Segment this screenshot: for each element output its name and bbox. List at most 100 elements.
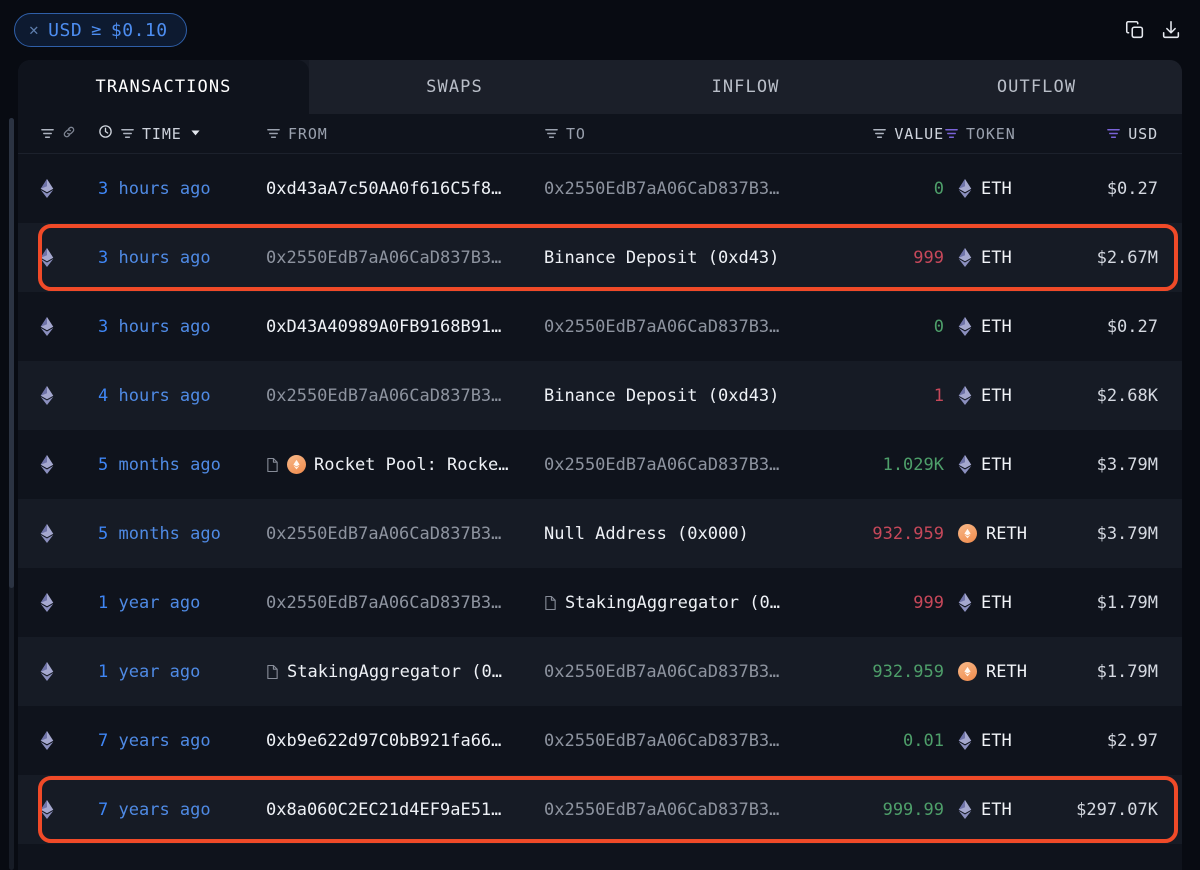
time-number: 4	[98, 385, 109, 406]
cell-time: 4 hours ago	[98, 386, 266, 406]
usd-amount: $297.07K	[1076, 799, 1158, 820]
cell-chain	[40, 662, 98, 681]
table-row[interactable]: 3 hours ago 0x2550EdB7aA06CaD837B3… Binanc…	[18, 223, 1182, 292]
cell-chain	[40, 593, 98, 612]
time-number: 7	[98, 799, 109, 820]
download-icon[interactable]	[1160, 19, 1182, 41]
table-row[interactable]: 1 year ago StakingAggregator (0… 0x2550EdB…	[18, 637, 1182, 706]
vertical-scrollbar[interactable]	[9, 118, 14, 870]
from-label: 0xb9e622d97C0bB921fa66…	[266, 730, 502, 751]
chevron-down-icon[interactable]	[189, 125, 202, 143]
cell-to[interactable]: 0x2550EdB7aA06CaD837B3…	[544, 317, 822, 337]
value-amount: 0.01	[903, 730, 944, 751]
table-row[interactable]: 4 hours ago 0x2550EdB7aA06CaD837B3… Binanc…	[18, 361, 1182, 430]
cell-token[interactable]: ETH	[944, 386, 1050, 406]
to-label: Binance Deposit (0xd43)	[544, 385, 780, 406]
cell-to[interactable]: Null Address (0x000)	[544, 524, 822, 544]
chain-link-icon[interactable]	[62, 125, 76, 143]
to-label: Binance Deposit (0xd43)	[544, 247, 780, 268]
cell-usd: $2.97	[1050, 731, 1158, 751]
to-label: StakingAggregator (0…	[565, 592, 780, 613]
column-header-to[interactable]: TO	[544, 125, 822, 143]
cell-to[interactable]: Binance Deposit (0xd43)	[544, 386, 822, 406]
time-number: 5	[98, 523, 109, 544]
cell-to[interactable]: 0x2550EdB7aA06CaD837B3…	[544, 731, 822, 751]
column-header-value-label: VALUE	[894, 124, 944, 143]
filter-icon[interactable]	[544, 126, 559, 141]
filter-chip-usd[interactable]: ✕ USD ≥ $0.10	[14, 13, 187, 47]
column-header-usd[interactable]: USD	[1050, 125, 1158, 143]
column-header-token[interactable]: TOKEN	[944, 125, 1050, 143]
value-amount: 1.029K	[882, 454, 944, 475]
cell-to[interactable]: 0x2550EdB7aA06CaD837B3…	[544, 800, 822, 820]
cell-token[interactable]: ETH	[944, 593, 1050, 613]
filter-icon[interactable]	[944, 126, 959, 141]
table-row[interactable]: 7 years ago 0x8a060C2EC21d4EF9aE51… 0x2550…	[18, 775, 1182, 844]
ethereum-icon	[958, 593, 972, 612]
table-row[interactable]: 5 months ago Rocket Pool: Rocke… 0x2550EdB…	[18, 430, 1182, 499]
cell-from[interactable]: 0x2550EdB7aA06CaD837B3…	[266, 524, 544, 544]
table-row[interactable]: 5 months ago 0x2550EdB7aA06CaD837B3… Null …	[18, 499, 1182, 568]
close-icon[interactable]: ✕	[29, 22, 39, 38]
tab-transactions[interactable]: TRANSACTIONS	[18, 60, 309, 114]
tab-inflow[interactable]: INFLOW	[600, 60, 891, 114]
table-row[interactable]: 7 years ago 0xb9e622d97C0bB921fa66… 0x2550…	[18, 706, 1182, 775]
column-header-time[interactable]: TIME	[98, 124, 266, 143]
cell-from[interactable]: Rocket Pool: Rocke…	[266, 455, 544, 475]
filter-icon[interactable]	[266, 126, 281, 141]
cell-to[interactable]: StakingAggregator (0…	[544, 593, 822, 613]
filter-icon[interactable]	[1106, 126, 1121, 141]
cell-token[interactable]: ETH	[944, 179, 1050, 199]
from-label: 0x2550EdB7aA06CaD837B3…	[266, 523, 502, 544]
contract-doc-icon	[266, 664, 279, 680]
cell-from[interactable]: 0x2550EdB7aA06CaD837B3…	[266, 248, 544, 268]
value-amount: 1	[933, 385, 944, 406]
cell-usd: $2.68K	[1050, 386, 1158, 406]
table-row[interactable]: 1 year ago 0x2550EdB7aA06CaD837B3… Staking…	[18, 568, 1182, 637]
ethereum-icon	[40, 317, 54, 336]
cell-token[interactable]: ETH	[944, 317, 1050, 337]
cell-from[interactable]: 0xd43aA7c50AA0f616C5f8…	[266, 179, 544, 199]
cell-token[interactable]: ETH	[944, 455, 1050, 475]
cell-from[interactable]: 0xb9e622d97C0bB921fa66…	[266, 731, 544, 751]
cell-token[interactable]: ETH	[944, 800, 1050, 820]
cell-to[interactable]: Binance Deposit (0xd43)	[544, 248, 822, 268]
tab-outflow[interactable]: OUTFLOW	[891, 60, 1182, 114]
cell-from[interactable]: 0x2550EdB7aA06CaD837B3…	[266, 386, 544, 406]
ethereum-icon	[958, 386, 972, 405]
cell-usd: $0.27	[1050, 179, 1158, 199]
cell-from[interactable]: 0x2550EdB7aA06CaD837B3…	[266, 593, 544, 613]
table-row[interactable]: 3 hours ago 0xd43aA7c50AA0f616C5f8… 0x2550…	[18, 154, 1182, 223]
filter-icon[interactable]	[120, 126, 135, 141]
column-header-time-label: TIME	[142, 124, 182, 143]
cell-from[interactable]: StakingAggregator (0…	[266, 662, 544, 682]
cell-chain	[40, 386, 98, 405]
filter-chip-field: USD	[48, 19, 83, 41]
scrollbar-thumb[interactable]	[9, 118, 14, 588]
cell-from[interactable]: 0x8a060C2EC21d4EF9aE51…	[266, 800, 544, 820]
column-header-value[interactable]: VALUE	[822, 125, 944, 143]
ethereum-icon	[40, 179, 54, 198]
filter-icon[interactable]	[40, 126, 55, 141]
ethereum-icon	[40, 455, 54, 474]
to-label: 0x2550EdB7aA06CaD837B3…	[544, 730, 780, 751]
cell-to[interactable]: 0x2550EdB7aA06CaD837B3…	[544, 179, 822, 199]
cell-token[interactable]: RETH	[944, 524, 1050, 544]
cell-to[interactable]: 0x2550EdB7aA06CaD837B3…	[544, 455, 822, 475]
cell-usd: $1.79M	[1050, 662, 1158, 682]
token-symbol: ETH	[981, 178, 1012, 199]
filter-chip-value: $0.10	[110, 19, 168, 41]
cell-from[interactable]: 0xD43A40989A0FB9168B91…	[266, 317, 544, 337]
cell-token[interactable]: ETH	[944, 248, 1050, 268]
cell-token[interactable]: RETH	[944, 662, 1050, 682]
table-row[interactable]: 3 hours ago 0xD43A40989A0FB9168B91… 0x2550…	[18, 292, 1182, 361]
cell-chain	[40, 455, 98, 474]
time-number: 3	[98, 247, 109, 268]
filter-icon[interactable]	[872, 126, 887, 141]
cell-to[interactable]: 0x2550EdB7aA06CaD837B3…	[544, 662, 822, 682]
column-header-from[interactable]: FROM	[266, 125, 544, 143]
cell-token[interactable]: ETH	[944, 731, 1050, 751]
tab-swaps[interactable]: SWAPS	[309, 60, 600, 114]
copy-icon[interactable]	[1124, 19, 1146, 41]
column-header-chain[interactable]	[40, 125, 98, 143]
